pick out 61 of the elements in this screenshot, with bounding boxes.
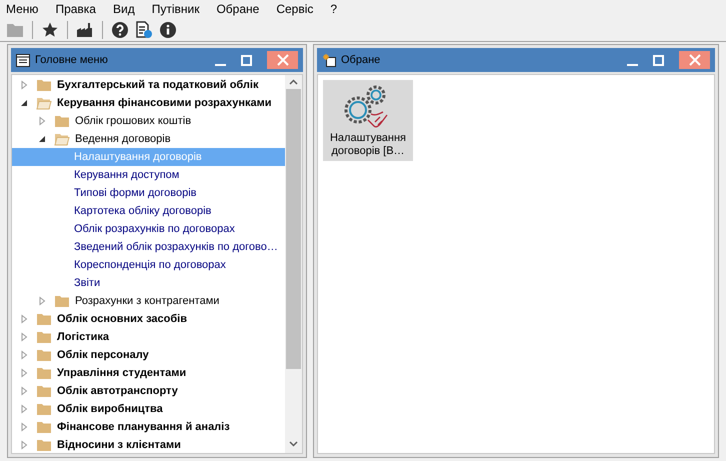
menu-item[interactable]: ?: [330, 0, 338, 18]
tree-item[interactable]: Фінансове планування й аналіз: [56, 418, 231, 436]
scroll-down-icon[interactable]: [289, 441, 298, 447]
tree-item[interactable]: Типові форми договорів: [12, 184, 285, 202]
close-button[interactable]: [267, 51, 298, 69]
folder-icon: [36, 330, 52, 344]
maximize-icon[interactable]: [653, 54, 664, 66]
tree-item[interactable]: Управління студентами: [56, 364, 188, 382]
tree-item[interactable]: Облік автотранспорту: [56, 382, 179, 400]
folder-icon: [54, 114, 70, 128]
menu-item[interactable]: Правка: [55, 0, 96, 18]
maximize-icon[interactable]: [241, 54, 252, 66]
open-folder-icon: [54, 132, 70, 146]
folder-icon: [54, 294, 70, 308]
tree-item[interactable]: Картотека обліку договорів: [12, 202, 285, 220]
document-help-icon[interactable]: [135, 20, 153, 38]
tree-item[interactable]: Розрахунки з контрагентами: [74, 292, 220, 310]
tree-item[interactable]: Бухгалтерський та податковий облік: [56, 76, 260, 94]
folder-icon: [36, 438, 52, 452]
help-icon[interactable]: [111, 20, 129, 38]
menu-item[interactable]: Сервіс: [276, 0, 314, 18]
folder-icon: [36, 384, 52, 398]
tree-item[interactable]: Облік виробництва: [56, 400, 164, 418]
menu-item[interactable]: Путівник: [152, 0, 200, 18]
folder-icon: [36, 312, 52, 326]
tree-item[interactable]: Керування доступом: [12, 166, 285, 184]
tree-item[interactable]: Звіти: [12, 274, 285, 292]
folder-icon: [36, 420, 52, 434]
close-button[interactable]: [679, 51, 710, 69]
tree-item[interactable]: Відносини з клієнтами: [56, 436, 182, 453]
menu-item[interactable]: Вид: [112, 0, 135, 18]
folder-icon: [36, 366, 52, 380]
tree-item[interactable]: Облік персоналу: [56, 346, 150, 364]
tree-item[interactable]: Зведений облік розрахунків по догово…: [12, 238, 285, 256]
star-icon[interactable]: [41, 20, 59, 38]
tree-item[interactable]: Облік грошових коштів: [74, 112, 192, 130]
tree-item[interactable]: Облік розрахунків по договорах: [12, 220, 285, 238]
menu-item[interactable]: Обране: [216, 0, 260, 18]
favorite-tile[interactable]: Налаштування договорів [В…: [323, 80, 413, 161]
open-folder-icon: [36, 96, 52, 110]
panel-title: Головне меню: [35, 52, 109, 68]
scroll-up-icon[interactable]: [289, 79, 298, 85]
tree-item[interactable]: Логістика: [56, 328, 110, 346]
tree-item[interactable]: Кореспонденція по договорах: [12, 256, 285, 274]
scroll-thumb[interactable]: [286, 89, 301, 369]
folder-icon: [36, 348, 52, 362]
tile-label: Налаштування договорів [В…: [328, 132, 408, 158]
info-icon[interactable]: [159, 20, 177, 38]
close-icon: [276, 54, 288, 66]
tree-item[interactable]: Облік основних засобів: [56, 310, 188, 328]
tree-item[interactable]: Керування фінансовими розрахунками: [56, 94, 273, 112]
factory-icon[interactable]: [76, 20, 94, 38]
close-icon: [688, 54, 700, 66]
window-icon: [16, 54, 30, 66]
tree-item[interactable]: Ведення договорів: [74, 130, 172, 148]
folder-icon: [36, 78, 52, 92]
favorites-icon: [322, 53, 336, 67]
panel-title: Обране: [341, 52, 382, 68]
menu-item[interactable]: Меню: [6, 0, 38, 18]
folder-icon: [36, 402, 52, 416]
scrollbar[interactable]: [285, 75, 302, 453]
